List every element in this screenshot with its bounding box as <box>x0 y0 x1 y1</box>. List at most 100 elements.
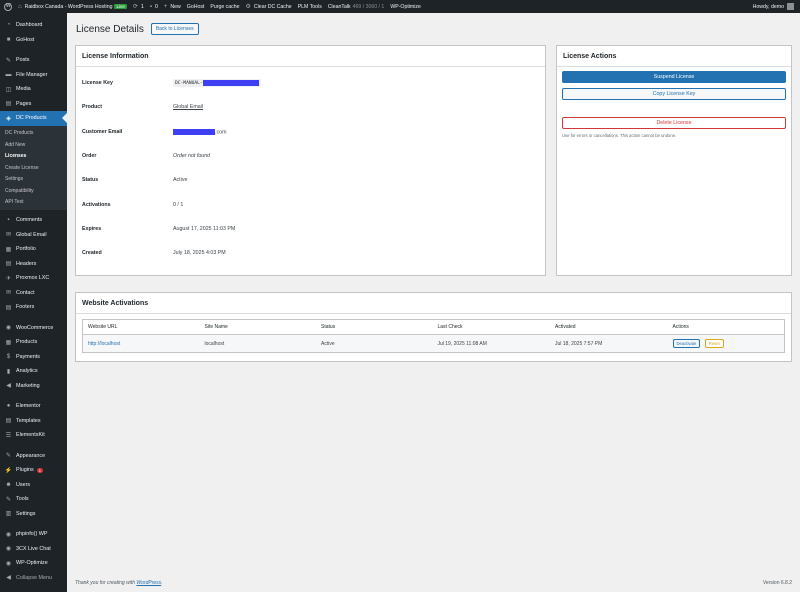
new-content-link[interactable]: + New <box>164 4 181 10</box>
sidebar-item-analytics[interactable]: ▮ Analytics <box>0 364 67 379</box>
purge-cache-link[interactable]: Purge cache <box>210 4 239 10</box>
status-row: Status Active <box>82 177 188 184</box>
avatar <box>787 3 794 10</box>
sidebar-item-marketing[interactable]: ◀ Marketing <box>0 379 67 394</box>
delete-license-button[interactable]: Delete License <box>562 117 786 129</box>
sidebar-item-woocommerce[interactable]: ◉ WooCommerce <box>0 321 67 336</box>
back-to-licenses-button[interactable]: Back to Licenses <box>150 23 199 35</box>
sidebar-item-proxmox[interactable]: ✈ Proxmox LXC <box>0 271 67 286</box>
sidebar-item-headers[interactable]: ▤ Headers <box>0 257 67 272</box>
sidebar-item-3cx-live-chat[interactable]: ◉ 3CX Live Chat <box>0 542 67 557</box>
status-cell: Active <box>321 340 335 347</box>
comment-icon: ▪ <box>149 3 152 10</box>
submenu-item-add-new[interactable]: Add New <box>0 139 67 151</box>
sidebar-item-media[interactable]: ◫ Media <box>0 82 67 97</box>
sidebar-item-elementskit[interactable]: ☰ ElementsKit <box>0 428 67 443</box>
footer-version: Version 6.8.2 <box>762 580 792 586</box>
reset-button[interactable]: Reset <box>704 339 724 348</box>
info-icon: ◉ <box>5 531 12 538</box>
submenu-item-licenses[interactable]: Licenses <box>0 151 67 163</box>
sidebar-item-plugins[interactable]: ⚡ Plugins 1 <box>0 463 67 478</box>
license-information-heading: License Information <box>76 46 545 67</box>
sidebar-item-pages[interactable]: ▤ Pages <box>0 97 67 112</box>
media-icon: ◫ <box>5 86 12 93</box>
site-name-link[interactable]: ⌂ Raidbox Canada - WordPress Hosting Liv… <box>18 4 127 10</box>
elementskit-icon: ☰ <box>5 432 12 439</box>
sidebar-item-posts[interactable]: ✎ Posts <box>0 53 67 68</box>
templates-icon: ▤ <box>5 418 12 425</box>
cleantalk-link[interactable]: CleanTalk 469 / 3060 / 1 <box>328 4 385 10</box>
column-header: Last Check <box>437 324 463 330</box>
table-header-row: Website URL Site Name Status Last Check … <box>83 320 784 335</box>
sidebar-item-portfolio[interactable]: ▦ Portfolio <box>0 242 67 257</box>
updates-link[interactable]: ⟳ 1 <box>133 3 144 11</box>
website-url-link[interactable]: http://localhost <box>83 341 200 347</box>
wrench-icon: ✎ <box>5 496 12 503</box>
sidebar-item-contact[interactable]: ✉ Contact <box>0 286 67 301</box>
collapse-menu-button[interactable]: ◀ Collapse Menu <box>0 571 67 586</box>
sidebar-item-gohost[interactable]: ■ GoHost <box>0 33 67 48</box>
created-row: Created July 18, 2025 4:03 PM <box>82 250 226 257</box>
website-activations-heading: Website Activations <box>76 293 791 314</box>
sidebar-item-tools[interactable]: ✎ Tools <box>0 492 67 507</box>
folder-icon: ▬ <box>5 71 12 78</box>
comment-icon: ▪ <box>7 217 10 224</box>
redacted-email-block <box>173 128 215 135</box>
wp-optimize-link[interactable]: WP-Optimize <box>390 4 421 10</box>
license-actions-panel: License Actions Suspend License Copy Lic… <box>556 45 792 276</box>
sidebar-item-payments[interactable]: $ Payments <box>0 350 67 365</box>
sidebar-item-templates[interactable]: ▤ Templates <box>0 414 67 429</box>
submenu-item-dc-products[interactable]: DC Products <box>0 128 67 140</box>
sidebar-item-dashboard[interactable]: ◔ Dashboard <box>0 18 67 33</box>
order-value: Order not found <box>173 153 211 160</box>
table-row: http://localhost localhost Active Jul 19… <box>83 335 784 352</box>
wordpress-link[interactable]: WordPress <box>136 580 161 586</box>
sidebar-item-elementor[interactable]: ● Elementor <box>0 399 67 414</box>
sidebar-item-dc-products[interactable]: ◈ DC Products <box>0 111 67 126</box>
sidebar-item-file-manager[interactable]: ▬ File Manager <box>0 68 67 83</box>
comments-link[interactable]: ▪ 0 <box>150 4 158 10</box>
license-key-row: License Key DC-MANUAL- <box>76 71 545 95</box>
server-icon: ✈ <box>5 275 12 282</box>
live-badge: Live <box>114 4 127 9</box>
customer-email-row: Customer Email .com <box>82 128 227 135</box>
sidebar-item-footers[interactable]: ▤ Footers <box>0 300 67 315</box>
sidebar-item-wp-optimize[interactable]: ◉ WP-Optimize <box>0 556 67 571</box>
activations-row: Activations 0 / 1 <box>82 201 184 208</box>
submenu-item-create-license[interactable]: Create License <box>0 162 67 174</box>
copy-license-key-button[interactable]: Copy License Key <box>562 88 786 100</box>
plugins-update-badge: 1 <box>36 467 43 473</box>
activated-cell: Jul 18, 2025 7:57 PM <box>555 340 603 347</box>
page-icon: ▤ <box>5 101 12 108</box>
sidebar-item-phpinfo[interactable]: ◉ phpinfo() WP <box>0 527 67 542</box>
plm-tools-link[interactable]: PLM Tools <box>298 4 322 10</box>
clear-dc-cache-link[interactable]: ⚙ Clear DC Cache <box>246 3 292 11</box>
submenu-item-settings[interactable]: Settings <box>0 174 67 186</box>
status-value: Active <box>173 177 188 184</box>
sidebar-item-settings[interactable]: ▥ Settings <box>0 507 67 522</box>
sidebar-item-global-email[interactable]: ✉ Global Email <box>0 228 67 243</box>
sidebar-item-comments[interactable]: ▪ Comments <box>0 213 67 228</box>
submenu-item-compatibility[interactable]: Compatibility <box>0 185 67 197</box>
product-link[interactable]: Global Email <box>173 104 203 110</box>
column-header: Website URL <box>88 324 118 330</box>
gohost-link[interactable]: GoHost <box>187 4 205 10</box>
submenu-item-api-test[interactable]: API Test <box>0 197 67 209</box>
pin-icon: ✎ <box>5 57 12 64</box>
wordpress-logo-icon[interactable] <box>4 2 12 11</box>
site-name-cell: localhost <box>204 340 225 347</box>
last-check-cell: Jul 19, 2025 11:08 AM <box>437 340 487 347</box>
column-header: Actions <box>672 324 689 330</box>
account-menu[interactable]: Howdy, demo <box>753 0 794 13</box>
license-actions-heading: License Actions <box>557 46 791 67</box>
created-value: July 18, 2025 4:03 PM <box>173 250 226 257</box>
suspend-license-button[interactable]: Suspend License <box>562 71 786 83</box>
sidebar-item-appearance[interactable]: ✎ Appearance <box>0 449 67 464</box>
sidebar-item-products[interactable]: ▦ Products <box>0 335 67 350</box>
sidebar-item-users[interactable]: ☻ Users <box>0 478 67 493</box>
chat-icon: ◉ <box>5 546 12 553</box>
deactivate-button[interactable]: Deactivate <box>672 339 701 348</box>
email-icon: ✉ <box>5 232 12 239</box>
contact-icon: ✉ <box>5 290 12 297</box>
actions-cell: Deactivate Reset <box>668 339 785 348</box>
